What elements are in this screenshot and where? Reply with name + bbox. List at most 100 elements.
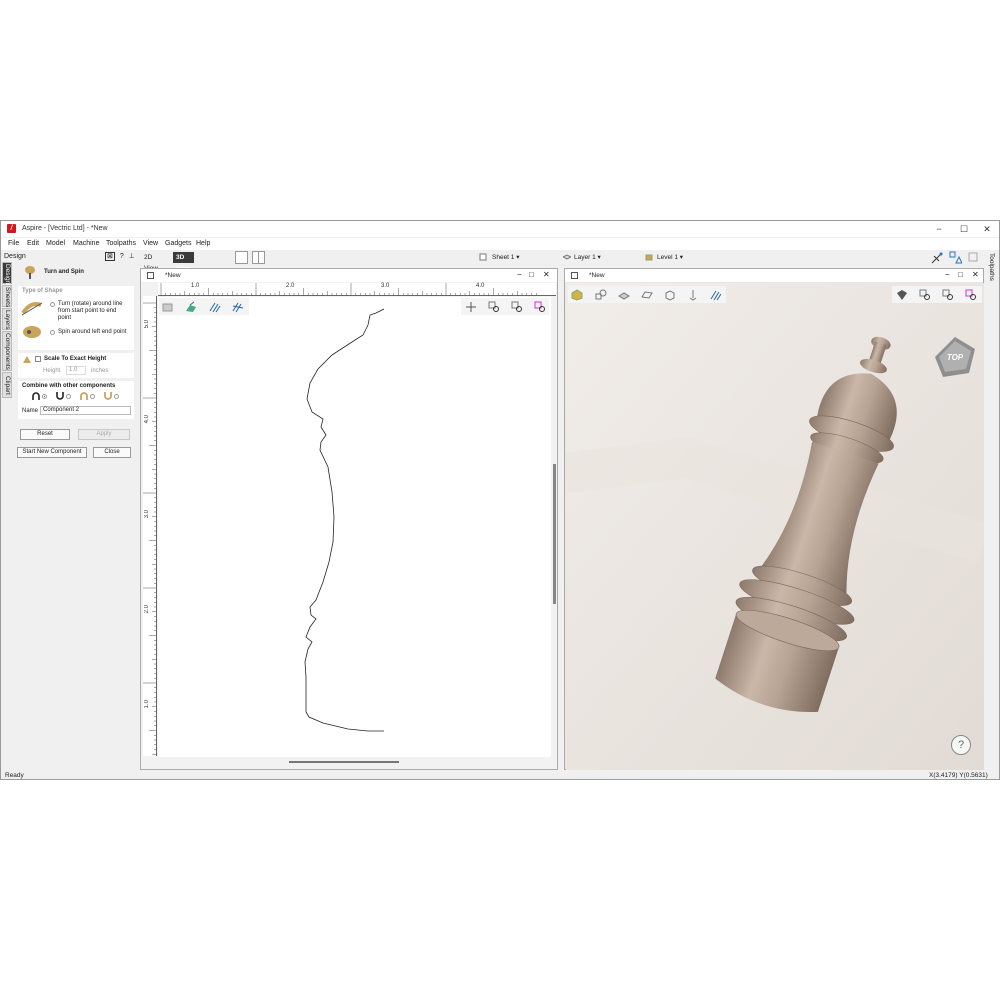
layer-selector[interactable]: Layer 1 ▾ bbox=[574, 253, 601, 261]
view-2d-maximize[interactable]: □ bbox=[529, 270, 534, 279]
menu-help[interactable]: Help bbox=[196, 240, 210, 247]
maximize-button[interactable]: ☐ bbox=[954, 223, 974, 235]
view-3d-close[interactable]: ✕ bbox=[972, 270, 979, 279]
turn-radio[interactable] bbox=[50, 302, 55, 307]
view-2d-minimize[interactable]: − bbox=[517, 270, 522, 279]
tool-icon[interactable] bbox=[687, 289, 699, 301]
toolpath-3d-icon[interactable] bbox=[710, 289, 722, 301]
menu-bar: File Edit Model Machine Toolpaths View G… bbox=[1, 238, 999, 250]
horizontal-scrollbar[interactable] bbox=[289, 761, 399, 763]
ruler-v-label: 4.0 bbox=[144, 415, 150, 424]
zoom-extents-3d-icon[interactable] bbox=[942, 289, 954, 301]
vectors-icon[interactable] bbox=[618, 289, 630, 301]
turn-spin-tool-icon bbox=[25, 266, 35, 279]
tab-2d-view[interactable]: 2D View bbox=[141, 252, 161, 272]
toolpath-icon[interactable] bbox=[209, 301, 221, 313]
minimize-button[interactable]: − bbox=[929, 223, 949, 235]
reset-button[interactable]: Reset bbox=[20, 429, 70, 440]
menu-gadgets[interactable]: Gadgets bbox=[165, 240, 191, 247]
view-cube-icon[interactable]: TOP bbox=[933, 335, 977, 379]
zoom-material-3d-icon[interactable] bbox=[965, 289, 977, 301]
profile-vector[interactable] bbox=[158, 297, 551, 757]
toolpath-preview-icon[interactable] bbox=[232, 301, 244, 313]
menu-file[interactable]: File bbox=[8, 240, 19, 247]
snap-tool-icon[interactable] bbox=[931, 252, 943, 264]
view-2d-panel: *New − □ ✕ 1.0 2.0 3.0 4.0 5.0 4.0 3.0 2… bbox=[140, 268, 558, 770]
split-layout-icon[interactable] bbox=[252, 251, 265, 264]
material-icon[interactable] bbox=[162, 301, 174, 313]
status-bar: Ready X(3.4179) Y(0.5631) bbox=[1, 771, 999, 779]
plane-icon[interactable] bbox=[641, 289, 653, 301]
single-layout-icon[interactable] bbox=[235, 251, 248, 264]
pin-icon[interactable]: ⊥ bbox=[129, 253, 135, 260]
view-2d-title: *New bbox=[165, 272, 181, 279]
model-3d-render[interactable] bbox=[566, 283, 984, 770]
ruler-v-label: 5.0 bbox=[144, 320, 150, 329]
shading-icon[interactable] bbox=[896, 289, 908, 301]
level-label: Level 1 bbox=[657, 254, 678, 261]
auto-hide-icon[interactable]: ⊠ bbox=[105, 252, 115, 261]
zoom-material-icon[interactable] bbox=[534, 301, 546, 313]
name-label: Name bbox=[22, 408, 39, 414]
combine-merge-radio[interactable] bbox=[90, 394, 95, 399]
window-title: Aspire - [Vectric Ltd] - *New bbox=[22, 225, 108, 232]
material-setup-icon[interactable] bbox=[571, 289, 583, 301]
tab-components[interactable]: Components bbox=[2, 331, 12, 371]
tab-design[interactable]: Design bbox=[2, 262, 12, 284]
box-icon[interactable] bbox=[664, 289, 676, 301]
ruler-v-label: 1.0 bbox=[144, 700, 150, 709]
components-icon[interactable] bbox=[595, 289, 607, 301]
turn-shape-icon bbox=[21, 302, 43, 316]
zoom-extents-icon[interactable] bbox=[511, 301, 523, 313]
sheet-selector[interactable]: Sheet 1 ▾ bbox=[492, 253, 520, 261]
ruler-v-ticks bbox=[143, 302, 157, 755]
help-button[interactable]: ? bbox=[951, 735, 971, 755]
scale-label: Scale To Exact Height bbox=[44, 356, 107, 362]
tab-3d-view[interactable]: 3D View bbox=[173, 252, 194, 272]
view-2d-close[interactable]: ✕ bbox=[543, 270, 550, 279]
view-3d-minimize[interactable]: − bbox=[945, 270, 950, 279]
menu-view[interactable]: View bbox=[143, 240, 158, 247]
menu-machine[interactable]: Machine bbox=[73, 240, 99, 247]
menu-toolpaths[interactable]: Toolpaths bbox=[106, 240, 136, 247]
layer-icon bbox=[563, 254, 571, 260]
tab-toolpaths[interactable]: Toolpaths bbox=[988, 253, 995, 281]
height-input[interactable]: 1.0 bbox=[66, 366, 86, 375]
menu-edit[interactable]: Edit bbox=[27, 240, 39, 247]
help-icon[interactable]: ? bbox=[120, 253, 124, 260]
view-cube-label: TOP bbox=[947, 353, 964, 362]
sheet-label: Sheet 1 bbox=[492, 254, 515, 261]
close-button[interactable]: ✕ bbox=[977, 223, 997, 235]
pan-icon[interactable] bbox=[465, 301, 477, 313]
vertical-scrollbar[interactable] bbox=[553, 464, 556, 604]
scale-checkbox[interactable] bbox=[35, 356, 41, 362]
title-bar: / Aspire - [Vectric Ltd] - *New − ☐ ✕ bbox=[1, 221, 999, 237]
drawing-canvas-2d[interactable] bbox=[158, 297, 551, 757]
spin-shape-icon bbox=[23, 326, 41, 338]
menu-model[interactable]: Model bbox=[46, 240, 65, 247]
zoom-box-icon[interactable] bbox=[488, 301, 500, 313]
tab-clipart[interactable]: Clipart bbox=[2, 372, 12, 398]
ruler-h-label: 4.0 bbox=[476, 283, 485, 289]
apply-button[interactable]: Apply bbox=[78, 429, 130, 440]
combine-add-radio[interactable] bbox=[42, 394, 47, 399]
spin-radio[interactable] bbox=[50, 330, 55, 335]
zoom-box-3d-icon[interactable] bbox=[919, 289, 931, 301]
grid-tool-icon[interactable] bbox=[968, 252, 978, 262]
start-new-component-button[interactable]: Start New Component bbox=[17, 447, 87, 458]
combine-low-radio[interactable] bbox=[114, 394, 119, 399]
shapes-tool-icon[interactable] bbox=[949, 251, 962, 264]
cursor-coordinates: X(3.4179) Y(0.5631) bbox=[929, 772, 988, 779]
component-name-input[interactable]: Component 2 bbox=[40, 406, 131, 415]
combine-subtract-radio[interactable] bbox=[66, 394, 71, 399]
tab-sheets[interactable]: Sheets bbox=[2, 285, 12, 307]
model-icon[interactable] bbox=[185, 301, 197, 313]
tab-layers[interactable]: Layers bbox=[2, 308, 12, 330]
app-window: / Aspire - [Vectric Ltd] - *New − ☐ ✕ Fi… bbox=[0, 220, 1000, 780]
level-selector[interactable]: Level 1 ▾ bbox=[657, 253, 683, 261]
view-3d-maximize[interactable]: □ bbox=[958, 270, 963, 279]
layer-label: Layer 1 bbox=[574, 254, 596, 261]
close-panel-button[interactable]: Close bbox=[93, 447, 131, 458]
sheet-icon bbox=[479, 253, 487, 261]
view-3d-panel: *New − □ ✕ TOP ? bbox=[564, 268, 984, 770]
